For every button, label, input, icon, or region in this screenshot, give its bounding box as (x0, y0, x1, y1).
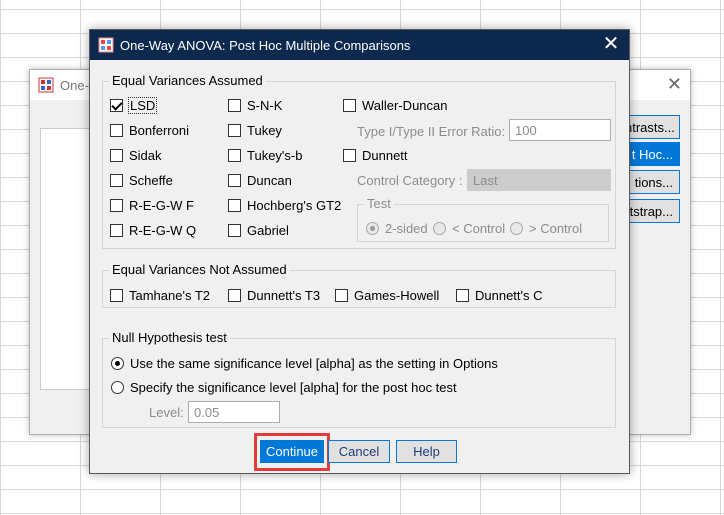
checkbox-box[interactable] (228, 289, 241, 302)
checkbox-label: Tukey (247, 123, 282, 138)
radio-dot[interactable] (111, 357, 124, 370)
app-icon (38, 77, 54, 93)
checkbox-label: Dunnett's T3 (247, 288, 321, 303)
titlebar: One-Way ANOVA: Post Hoc Multiple Compari… (90, 30, 629, 60)
close-icon[interactable]: ✕ (593, 30, 629, 60)
equal-variances-assumed-group: Equal Variances Assumed LSD Bonferroni S… (102, 74, 616, 249)
hochberg-checkbox[interactable]: Hochberg's GT2 (228, 198, 341, 213)
checkbox-box[interactable] (110, 199, 123, 212)
tukeys-b-checkbox[interactable]: Tukey's-b (228, 148, 302, 163)
checkbox-label: R-E-G-W Q (129, 223, 197, 238)
app-icon (98, 37, 114, 53)
same-significance-radio[interactable]: Use the same significance level [alpha] … (111, 356, 498, 371)
checkbox-box[interactable] (110, 124, 123, 137)
dunnett-checkbox[interactable]: Dunnett (343, 148, 408, 163)
radio-dot[interactable] (366, 222, 379, 235)
checkbox-label: Tukey's-b (247, 148, 303, 163)
checkbox-label: Hochberg's GT2 (247, 198, 342, 213)
snk-checkbox[interactable]: S-N-K (228, 98, 282, 113)
null-hypothesis-group: Null Hypothesis test Use the same signif… (102, 331, 616, 428)
dunnetts-c-checkbox[interactable]: Dunnett's C (456, 288, 543, 303)
checkbox-box[interactable] (228, 149, 241, 162)
dunnetts-t3-checkbox[interactable]: Dunnett's T3 (228, 288, 320, 303)
help-button[interactable]: Help (396, 440, 457, 463)
checkbox-label: Waller-Duncan (362, 98, 448, 113)
error-ratio-label: Type I/Type II Error Ratio: (357, 124, 506, 139)
lsd-checkbox[interactable]: LSD (110, 97, 158, 114)
less-control-radio[interactable]: < Control (433, 221, 505, 236)
checkbox-box[interactable] (110, 149, 123, 162)
level-field[interactable]: 0.05 (188, 401, 280, 423)
post-hoc-button[interactable]: t Hoc... (624, 142, 680, 166)
tamhane-checkbox[interactable]: Tamhane's T2 (110, 288, 210, 303)
checkbox-box[interactable] (335, 289, 348, 302)
control-category-select[interactable]: Last (467, 169, 611, 191)
sidak-checkbox[interactable]: Sidak (110, 148, 162, 163)
checkbox-label: Duncan (247, 173, 292, 188)
radio-dot[interactable] (111, 381, 124, 394)
continue-button[interactable]: Continue (260, 440, 324, 463)
checkbox-label: Dunnett's C (475, 288, 543, 303)
checkbox-box[interactable] (110, 289, 123, 302)
waller-duncan-checkbox[interactable]: Waller-Duncan (343, 98, 448, 113)
checkbox-box[interactable] (456, 289, 469, 302)
greater-control-radio[interactable]: > Control (510, 221, 582, 236)
radio-dot[interactable] (510, 222, 523, 235)
group-title: Equal Variances Not Assumed (109, 263, 290, 277)
cancel-button[interactable]: Cancel (328, 440, 390, 463)
radio-label: 2-sided (385, 221, 428, 236)
checkbox-box[interactable] (110, 174, 123, 187)
radio-dot[interactable] (433, 222, 446, 235)
duncan-checkbox[interactable]: Duncan (228, 173, 292, 188)
radio-label: Use the same significance level [alpha] … (130, 356, 498, 371)
error-ratio-field[interactable]: 100 (509, 119, 611, 141)
group-title: Null Hypothesis test (109, 331, 230, 345)
close-icon[interactable]: ✕ (667, 74, 682, 95)
checkbox-label: Gabriel (247, 223, 289, 238)
radio-label: Specify the significance level [alpha] f… (130, 380, 457, 395)
gabriel-checkbox[interactable]: Gabriel (228, 223, 289, 238)
contrasts-button[interactable]: ntrasts... (624, 115, 680, 139)
games-howell-checkbox[interactable]: Games-Howell (335, 288, 439, 303)
checkbox-label: R-E-G-W F (129, 198, 194, 213)
checkbox-box[interactable] (228, 174, 241, 187)
dialog-title: One-Way ANOVA: Post Hoc Multiple Compari… (120, 38, 411, 53)
level-label: Level: (149, 405, 184, 420)
checkbox-label: Tamhane's T2 (129, 288, 211, 303)
bootstrap-button[interactable]: tstrap... (624, 199, 680, 223)
scheffe-checkbox[interactable]: Scheffe (110, 173, 173, 188)
checkbox-box[interactable] (228, 224, 241, 237)
checkbox-box[interactable] (110, 224, 123, 237)
post-hoc-dialog: One-Way ANOVA: Post Hoc Multiple Compari… (89, 29, 630, 474)
regwf-checkbox[interactable]: R-E-G-W F (110, 198, 194, 213)
bonferroni-checkbox[interactable]: Bonferroni (110, 123, 189, 138)
checkbox-box[interactable] (228, 124, 241, 137)
checkbox-label: Sidak (129, 148, 162, 163)
checkbox-box[interactable] (343, 149, 356, 162)
checkbox-label: Dunnett (362, 148, 408, 163)
checkbox-box[interactable] (228, 199, 241, 212)
checkbox-box[interactable] (228, 99, 241, 112)
specify-significance-radio[interactable]: Specify the significance level [alpha] f… (111, 380, 457, 395)
checkbox-label: Games-Howell (354, 288, 440, 303)
control-category-label: Control Category : (357, 173, 463, 188)
equal-variances-not-assumed-group: Equal Variances Not Assumed Tamhane's T2… (102, 263, 616, 308)
checkbox-label: Bonferroni (129, 123, 189, 138)
options-button[interactable]: tions... (624, 170, 680, 194)
checkbox-box[interactable] (343, 99, 356, 112)
group-title: Equal Variances Assumed (109, 74, 266, 88)
two-sided-radio[interactable]: 2-sided (366, 221, 428, 236)
checkbox-box[interactable] (110, 99, 123, 112)
regwq-checkbox[interactable]: R-E-G-W Q (110, 223, 196, 238)
test-group-title: Test (364, 197, 394, 211)
checkbox-label: LSD (127, 97, 158, 114)
radio-label: < Control (452, 221, 506, 236)
test-group: Test 2-sided < Control > Control (357, 197, 609, 242)
tukey-checkbox[interactable]: Tukey (228, 123, 282, 138)
checkbox-label: Scheffe (129, 173, 173, 188)
radio-label: > Control (529, 221, 583, 236)
checkbox-label: S-N-K (247, 98, 283, 113)
